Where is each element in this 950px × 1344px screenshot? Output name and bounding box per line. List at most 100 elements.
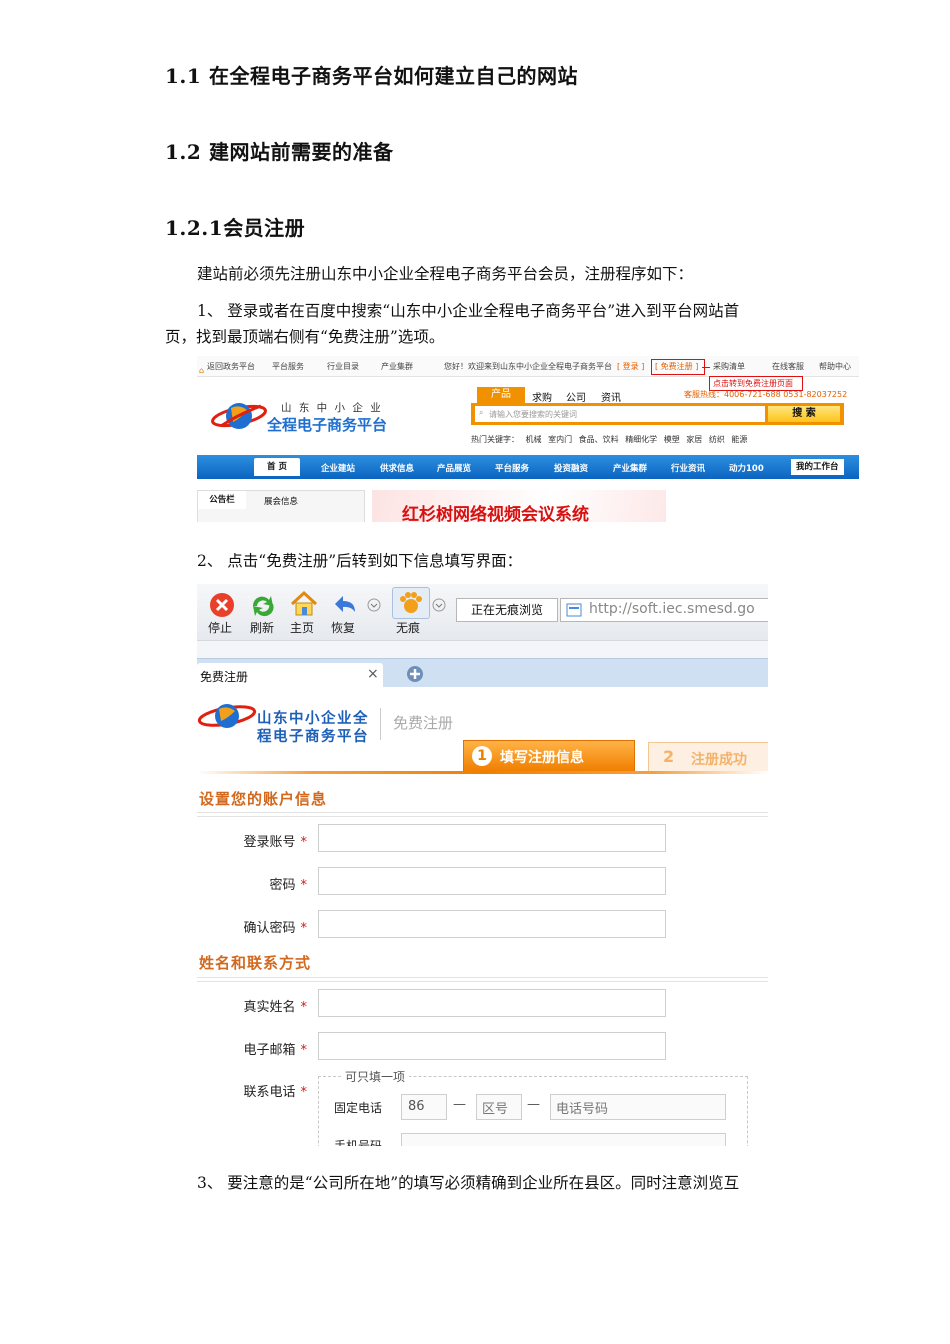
mobile-input[interactable] (401, 1133, 726, 1146)
realname-input[interactable] (318, 989, 666, 1017)
stop-icon (210, 593, 234, 617)
industry-cluster-menu[interactable]: 产业集群 (381, 361, 413, 372)
industry-dir-menu[interactable]: 行业目录 (327, 361, 359, 372)
search-input[interactable]: ⌕ 请输入您要搜索的关键词 (475, 406, 765, 422)
realname-label: 真实姓名 * (243, 1000, 307, 1015)
notice-tab-bulletin[interactable]: 公告栏 (198, 491, 246, 509)
step-1-number: 1 (472, 746, 492, 766)
step-2-label: 注册成功 (691, 752, 747, 768)
highlight-box (651, 359, 705, 375)
notice-tab-expo[interactable]: 展会信息 (264, 495, 298, 507)
email-label: 电子邮箱 * (243, 1043, 307, 1058)
private-browsing-badge[interactable]: 正在无痕浏览 (456, 598, 558, 622)
platform-service-menu[interactable]: 平台服务 (272, 361, 304, 372)
heading-1-1: 1.1 在全程电子商务平台如何建立自己的网站 (165, 60, 578, 89)
heading-text: 建网站前需要的准备 (209, 140, 394, 164)
banner[interactable]: 红杉树网络视频会议系统 (372, 490, 666, 522)
address-bar[interactable]: http://soft.iec.smesd.go (560, 598, 768, 622)
site-logo (197, 694, 257, 742)
hot-keyword[interactable]: 精细化学 (625, 435, 657, 444)
refresh-button[interactable]: 刷新 (250, 619, 274, 636)
required-mark: * (300, 878, 308, 893)
hot-keyword[interactable]: 能源 (731, 435, 747, 444)
step1-line2: 页，找到最顶端右侧有“免费注册”选项。 (165, 328, 445, 346)
hot-keyword[interactable]: 家居 (686, 435, 702, 444)
confirm-password-label: 确认密码 * (243, 921, 307, 936)
search-tab-news[interactable]: 资讯 (601, 389, 621, 404)
heading-text: 在全程电子商务平台如何建立自己的网站 (209, 64, 578, 88)
country-code-input[interactable]: 86 (401, 1094, 447, 1120)
nav-industry-cluster[interactable]: 产业集群 (613, 462, 647, 474)
tab-title: 免费注册 (200, 670, 249, 684)
hot-keyword[interactable]: 室内门 (548, 435, 572, 444)
arrow-line (702, 367, 710, 368)
new-tab-icon (407, 666, 423, 682)
dash-separator: — (527, 1097, 540, 1112)
nav-my-workbench[interactable]: 我的工作台 (791, 459, 844, 475)
step3-paragraph: 3、 要注意的是“公司所在地”的填写必须精确到企业所在县区。同时注意浏览互 (197, 1174, 740, 1192)
search-tab-buy[interactable]: 求购 (532, 389, 552, 404)
online-service-link[interactable]: 在线客服 (772, 361, 804, 372)
heading-number: 1.2 (165, 140, 202, 164)
nav-investment[interactable]: 投资融资 (554, 462, 588, 474)
private-mode-button[interactable] (392, 587, 430, 619)
password-input[interactable] (318, 867, 666, 895)
page-icon (566, 603, 582, 617)
home-button[interactable]: 主页 (290, 619, 314, 636)
help-center-link[interactable]: 帮助中心 (819, 361, 851, 372)
search-tab-company[interactable]: 公司 (566, 389, 586, 404)
refresh-icon (252, 596, 274, 617)
private-mode-label: 无痕 (396, 621, 421, 635)
logo-line1: 山 东 中 小 企 业 (281, 402, 383, 414)
nav-home[interactable]: 首 页 (254, 458, 300, 476)
purchase-list-link[interactable]: 采购清单 (713, 361, 745, 372)
portal-logo (211, 396, 271, 440)
hot-keyword[interactable]: 纺织 (709, 435, 725, 444)
portal-top-bar: ⌂ 返回政务平台 平台服务 行业目录 产业集群 您好！欢迎来到山东中小企业全程电… (197, 356, 859, 377)
nav-site-building[interactable]: 企业建站 (321, 462, 355, 474)
heading-number: 1.2.1 (165, 216, 224, 240)
search-icon: ⌕ (479, 408, 484, 417)
heading-number: 1.1 (165, 64, 202, 88)
nav-supply-demand[interactable]: 供求信息 (380, 462, 414, 474)
mobile-label: 手机号码 (334, 1139, 383, 1146)
step-1-tab: 1 填写注册信息 (463, 740, 635, 772)
hot-keywords-label: 热门关键字： (471, 435, 519, 444)
nav-platform-service[interactable]: 平台服务 (495, 462, 529, 474)
heading-1-2: 1.2 建网站前需要的准备 (165, 136, 394, 165)
search-placeholder: 请输入您要搜索的关键词 (489, 410, 577, 419)
step-1-label: 填写注册信息 (500, 750, 584, 766)
search-button[interactable]: 搜 索 (768, 406, 840, 422)
email-input[interactable] (318, 1032, 666, 1060)
back-gov-link[interactable]: 返回政务平台 (207, 361, 255, 372)
search-tab-products[interactable]: 产品 (477, 387, 525, 403)
page-title: 免费注册 (393, 714, 454, 732)
portal-screenshot: ⌂ 返回政务平台 平台服务 行业目录 产业集群 您好！欢迎来到山东中小企业全程电… (197, 356, 859, 522)
hot-keyword[interactable]: 模塑 (664, 435, 680, 444)
hot-keyword[interactable]: 食品、饮料 (579, 435, 619, 444)
area-code-input[interactable]: 区号 (476, 1094, 522, 1120)
logo-line2: 全程电子商务平台 (267, 416, 388, 434)
site-logo-line2: 程电子商务平台 (257, 729, 369, 745)
restore-button[interactable]: 恢复 (331, 619, 355, 636)
registration-screenshot: 停止 刷新 主页 恢复 无痕 正在无痕浏览 http://soft.iec.sm… (197, 584, 768, 1146)
confirm-password-input[interactable] (318, 910, 666, 938)
nav-power100[interactable]: 动力100 (729, 462, 764, 474)
hot-keyword[interactable]: 机械 (526, 435, 542, 444)
account-input[interactable] (318, 824, 666, 852)
hot-keywords: 热门关键字： 机械 室内门 食品、饮料 精细化学 模塑 家居 纺织 能源 (471, 434, 747, 445)
required-mark: * (300, 835, 308, 850)
paw-icon (400, 592, 422, 613)
nav-industry-news[interactable]: 行业资讯 (671, 462, 705, 474)
close-icon[interactable]: × (367, 666, 379, 682)
search-bar: ⌕ 请输入您要搜索的关键词 搜 索 (471, 403, 844, 425)
browser-tab[interactable]: 免费注册 × (197, 663, 383, 687)
country-code-value: 86 (408, 1099, 425, 1114)
phone-number-input[interactable]: 电话号码 (550, 1094, 726, 1120)
nav-product-expo[interactable]: 产品展览 (437, 462, 471, 474)
step-2-tab: 2 注册成功 (648, 742, 768, 772)
phone-fieldset: 可只填一项 固定电话 86 — 区号 — 电话号码 手机号码 (318, 1068, 748, 1146)
stop-button[interactable]: 停止 (208, 619, 232, 636)
phone-label: 联系电话 * (243, 1085, 307, 1100)
login-link[interactable]: [ 登录 ] (617, 361, 644, 372)
